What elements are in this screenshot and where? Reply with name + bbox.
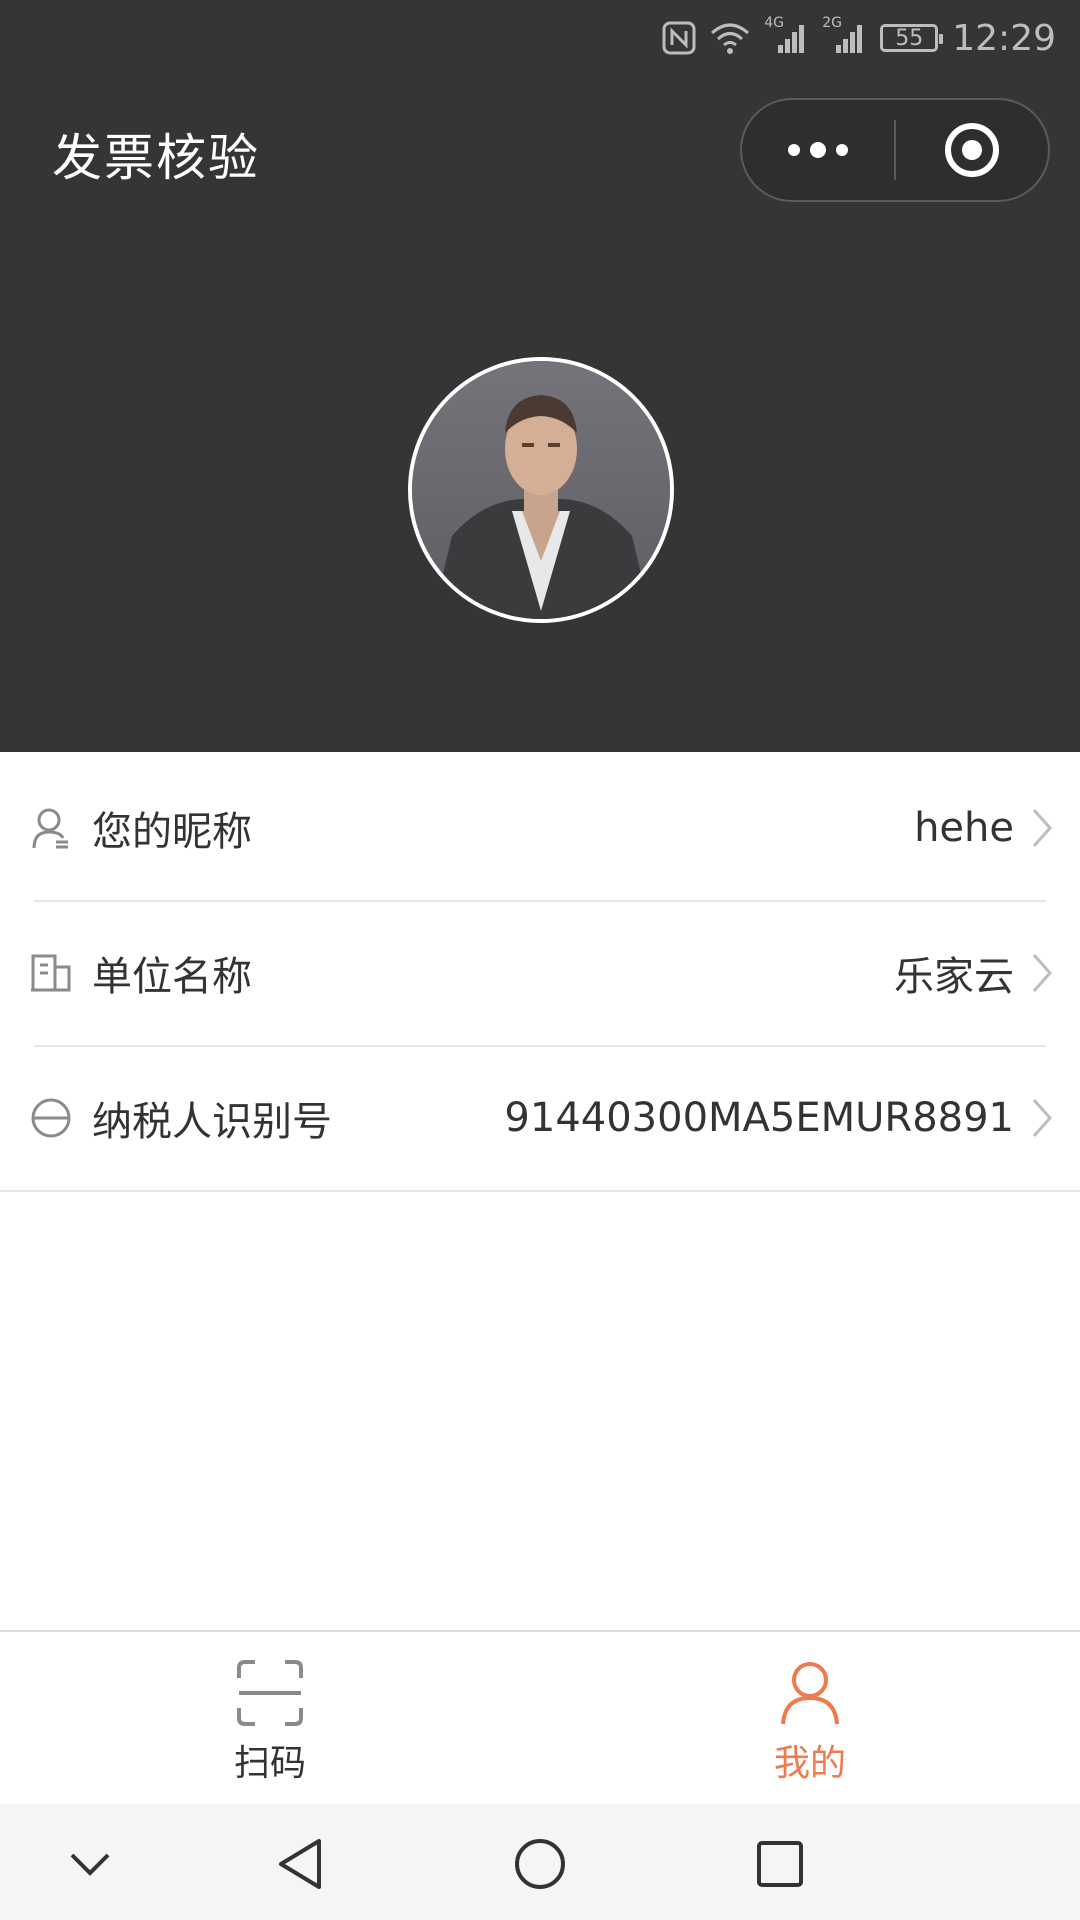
recents-square-icon <box>757 1841 803 1887</box>
profile-header: 4G 2G 55 12:29 发票核验 <box>0 0 1080 752</box>
home-circle-icon <box>515 1839 565 1889</box>
user-icon <box>30 804 72 852</box>
tax-id-icon <box>30 1094 72 1142</box>
chevron-right-icon <box>1030 804 1060 852</box>
tax-id-label: 纳税人识别号 <box>92 1098 332 1145</box>
building-icon <box>30 949 72 997</box>
status-bar: 4G 2G 55 12:29 <box>662 12 1056 64</box>
person-icon <box>781 1662 839 1725</box>
tax-id-row[interactable]: 纳税人识别号 91440300MA5EMUR8891 <box>0 1045 1080 1190</box>
signal-4g-icon: 4G <box>764 15 808 55</box>
nickname-label: 您的昵称 <box>92 808 252 855</box>
tab-bar: 扫码 我的 <box>0 1630 1080 1804</box>
close-miniprogram-button[interactable] <box>896 100 1048 200</box>
tax-id-value: 91440300MA5EMUR8891 <box>504 1094 1014 1141</box>
nickname-row[interactable]: 您的昵称 hehe <box>0 755 1080 900</box>
status-time: 12:29 <box>952 17 1056 59</box>
company-row[interactable]: 单位名称 乐家云 <box>0 900 1080 1045</box>
more-button[interactable] <box>742 100 894 200</box>
more-dots-icon <box>788 142 848 158</box>
nfc-icon <box>662 21 696 55</box>
battery-level: 55 <box>895 25 924 51</box>
tab-scan[interactable]: 扫码 <box>0 1632 540 1804</box>
scan-icon <box>237 1660 303 1726</box>
back-triangle-icon <box>279 1839 321 1889</box>
battery-indicator: 55 <box>880 24 944 52</box>
chevron-down-icon <box>70 1853 110 1876</box>
screen: 4G 2G 55 12:29 发票核验 您的昵称 hehe 单位名称 乐家云 纳… <box>0 0 1080 1920</box>
nav-back-button[interactable] <box>270 1834 330 1894</box>
avatar-photo <box>412 361 670 619</box>
company-value: 乐家云 <box>894 953 1014 1000</box>
tab-scan-label: 扫码 <box>233 1743 306 1784</box>
wifi-icon <box>710 21 750 55</box>
signal-2g-icon: 2G <box>822 15 866 55</box>
profile-info-list: 您的昵称 hehe 单位名称 乐家云 纳税人识别号 91440300MA5EMU… <box>0 755 1080 1192</box>
company-label: 单位名称 <box>92 953 252 1000</box>
avatar[interactable] <box>408 357 674 623</box>
target-close-icon <box>945 123 999 177</box>
miniprogram-capsule <box>740 98 1050 202</box>
chevron-right-icon <box>1030 949 1060 997</box>
nickname-value: hehe <box>914 804 1014 851</box>
tab-mine-label: 我的 <box>773 1743 846 1784</box>
page-title: 发票核验 <box>52 129 260 187</box>
nav-recents-button[interactable] <box>750 1834 810 1894</box>
nav-hide-button[interactable] <box>60 1834 120 1894</box>
android-nav-bar <box>0 1804 1080 1920</box>
nav-home-button[interactable] <box>510 1834 570 1894</box>
tab-mine[interactable]: 我的 <box>540 1632 1080 1804</box>
chevron-right-icon <box>1030 1094 1060 1142</box>
